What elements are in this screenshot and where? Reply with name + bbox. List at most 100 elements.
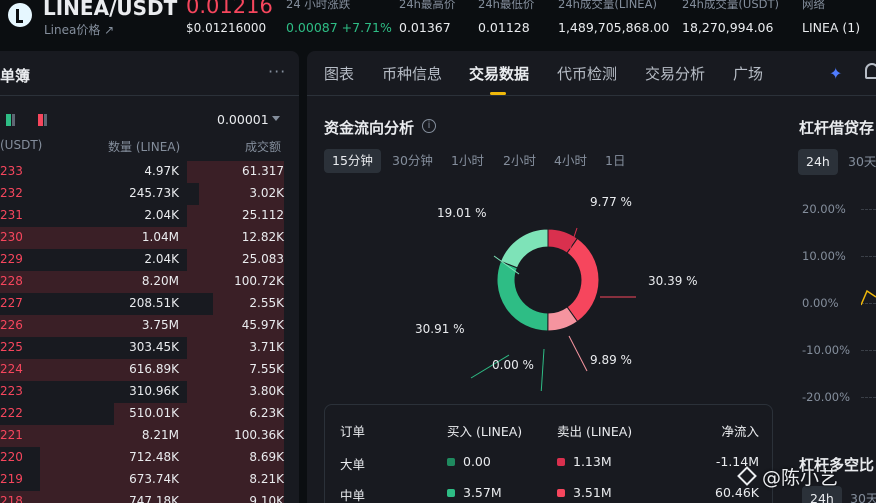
slice-label-large-buy: 0.00 % — [492, 358, 534, 372]
tab-square[interactable]: 广场 — [733, 63, 763, 84]
tab-trading-data[interactable]: 交易数据 — [469, 63, 529, 84]
orderbook-total: 25.083 — [242, 252, 284, 266]
orderbook-row[interactable]: 233 4.97K 61.317 — [0, 161, 299, 183]
table-row-name: 中单 — [340, 488, 366, 503]
table-header-sell: 卖出 (LINEA) — [557, 424, 633, 439]
leader-line — [540, 348, 545, 391]
orderbook-total: 3.80K — [249, 384, 284, 398]
orderbook-both-view-icon[interactable] — [6, 114, 18, 126]
donut-slice[interactable] — [496, 260, 549, 332]
timeframe-1d[interactable]: 1日 — [597, 149, 633, 173]
donut-slice[interactable] — [499, 228, 549, 269]
orderbook-total: 2.55K — [249, 296, 284, 310]
orderbook-price: 220 — [0, 450, 23, 464]
stat-label: 24h成交量(LINEA) — [558, 0, 657, 11]
orderbook-total: 3.71K — [249, 340, 284, 354]
info-icon[interactable]: i — [422, 119, 436, 133]
leader-line — [568, 335, 588, 372]
timeframe-4h[interactable]: 4小时 — [546, 149, 595, 173]
orderbook-total: 8.21K — [249, 472, 284, 486]
orderbook-panel: 单簿 ··· 0.00001 (USDT) 数量 (LINEA) 成交额 233… — [0, 51, 299, 503]
margin-timeframe-30d[interactable]: 30天 — [840, 149, 876, 175]
orderbook-row[interactable]: 228 8.20M 100.72K — [0, 271, 299, 293]
orderbook-row[interactable]: 219 673.74K 8.21K — [0, 469, 299, 491]
orderbook-qty: 310.96K — [129, 384, 179, 398]
orderbook-price: 226 — [0, 318, 23, 332]
ratio-timeframe-30d[interactable]: 30天 — [842, 486, 876, 503]
ai-sparkle-icon[interactable]: ✦ — [829, 64, 842, 83]
buy-dot-icon — [447, 489, 455, 497]
orderbook-row[interactable]: 223 310.96K 3.80K — [0, 381, 299, 403]
margin-lending-title: 杠杆借贷存 — [799, 119, 875, 137]
table-header-net: 净流入 — [721, 424, 759, 439]
orderbook-row[interactable]: 224 616.89K 7.55K — [0, 359, 299, 381]
orderbook-row[interactable]: 226 3.75M 45.97K — [0, 315, 299, 337]
y-tick-label: 0.00% — [802, 296, 839, 310]
orderbook-qty: 2.04K — [144, 208, 179, 222]
orderbook-asks-view-icon[interactable] — [38, 114, 50, 126]
tab-token-check[interactable]: 代币检测 — [557, 63, 617, 84]
orderbook-row[interactable]: 232 245.73K 3.02K — [0, 183, 299, 205]
orderbook-price: 228 — [0, 274, 23, 288]
table-cell-buy: 3.57M — [447, 485, 502, 500]
orderbook-total: 7.55K — [249, 362, 284, 376]
tab-coin-info[interactable]: 币种信息 — [382, 63, 442, 84]
orderbook-price: 232 — [0, 186, 23, 200]
orderbook-price: 218 — [0, 494, 23, 503]
timeframe-2h[interactable]: 2小时 — [495, 149, 544, 173]
last-price-usd: $0.01216000 — [186, 21, 267, 35]
stat-label: 24h最低价 — [478, 0, 535, 11]
tab-chart[interactable]: 图表 — [324, 63, 354, 84]
donut-slice[interactable] — [566, 237, 600, 323]
table-header-order: 订单 — [340, 424, 366, 439]
tab-trade-analysis[interactable]: 交易分析 — [645, 63, 705, 84]
orderbook-row[interactable]: 218 747.18K 9.10K — [0, 491, 299, 503]
orderbook-price: 219 — [0, 472, 23, 486]
pair-subtitle-link[interactable]: Linea价格 ↗ — [44, 21, 114, 38]
orderbook-qty: 208.51K — [129, 296, 179, 310]
orderbook-qty: 4.97K — [144, 164, 179, 178]
table-cell-buy: 0.00 — [447, 454, 491, 469]
slice-label-medium-buy: 30.91 % — [415, 322, 465, 336]
orderbook-row[interactable]: 231 2.04K 25.112 — [0, 205, 299, 227]
orderbook-total: 100.36K — [234, 428, 284, 442]
stat-label: 24h成交量(USDT) — [682, 0, 779, 11]
margin-timeframe-24h[interactable]: 24h — [798, 149, 838, 175]
slice-label-small-sell: 9.89 % — [590, 353, 632, 367]
orderbook-price: 227 — [0, 296, 23, 310]
orderbook-row[interactable]: 227 208.51K 2.55K — [0, 293, 299, 315]
y-tick-label: 10.00% — [802, 249, 846, 263]
orderbook-total: 25.112 — [242, 208, 284, 222]
slice-label-medium-sell: 30.39 % — [648, 274, 698, 288]
timeframe-15m[interactable]: 15分钟 — [324, 149, 381, 173]
stat-value: 0.00087 +7.71% — [286, 20, 392, 35]
orderbook-row[interactable]: 221 8.21M 100.36K — [0, 425, 299, 447]
orderbook-row[interactable]: 230 1.04M 12.82K — [0, 227, 299, 249]
orderbook-price: 231 — [0, 208, 23, 222]
orderbook-row[interactable]: 222 510.01K 6.23K — [0, 403, 299, 425]
orderbook-total: 61.317 — [242, 164, 284, 178]
orderbook-row[interactable]: 225 303.45K 3.71K — [0, 337, 299, 359]
y-tick-label: -20.00% — [802, 390, 850, 404]
table-cell-sell: 3.51M — [557, 485, 612, 500]
stat-value[interactable]: LINEA (1) — [802, 20, 860, 35]
market-header: LINEA/USDT Linea价格 ↗ 0.01216 $0.01216000… — [0, 0, 876, 44]
main-panel: 图表 币种信息 交易数据 代币检测 交易分析 广场 ✦ 资金流向分析 i 15分… — [307, 51, 876, 503]
orderbook-row[interactable]: 229 2.04K 25.083 — [0, 249, 299, 271]
bell-icon[interactable] — [865, 63, 876, 79]
orderbook-row[interactable]: 220 712.48K 8.69K — [0, 447, 299, 469]
gridline — [861, 397, 876, 398]
orderbook-qty: 616.89K — [129, 362, 179, 376]
timeframe-1h[interactable]: 1小时 — [443, 149, 492, 173]
col-header-total: 成交额 — [245, 140, 282, 154]
more-options-icon[interactable]: ··· — [268, 62, 286, 81]
gridline — [861, 256, 876, 257]
precision-select[interactable]: 0.00001 — [217, 112, 269, 127]
timeframe-30m[interactable]: 30分钟 — [384, 149, 441, 173]
pair-title[interactable]: LINEA/USDT — [43, 0, 177, 20]
orderbook-qty: 673.74K — [129, 472, 179, 486]
orderbook-price: 225 — [0, 340, 23, 354]
binance-square-icon — [737, 466, 757, 486]
orderbook-qty: 8.20M — [141, 274, 179, 288]
chevron-down-icon[interactable] — [272, 116, 280, 121]
